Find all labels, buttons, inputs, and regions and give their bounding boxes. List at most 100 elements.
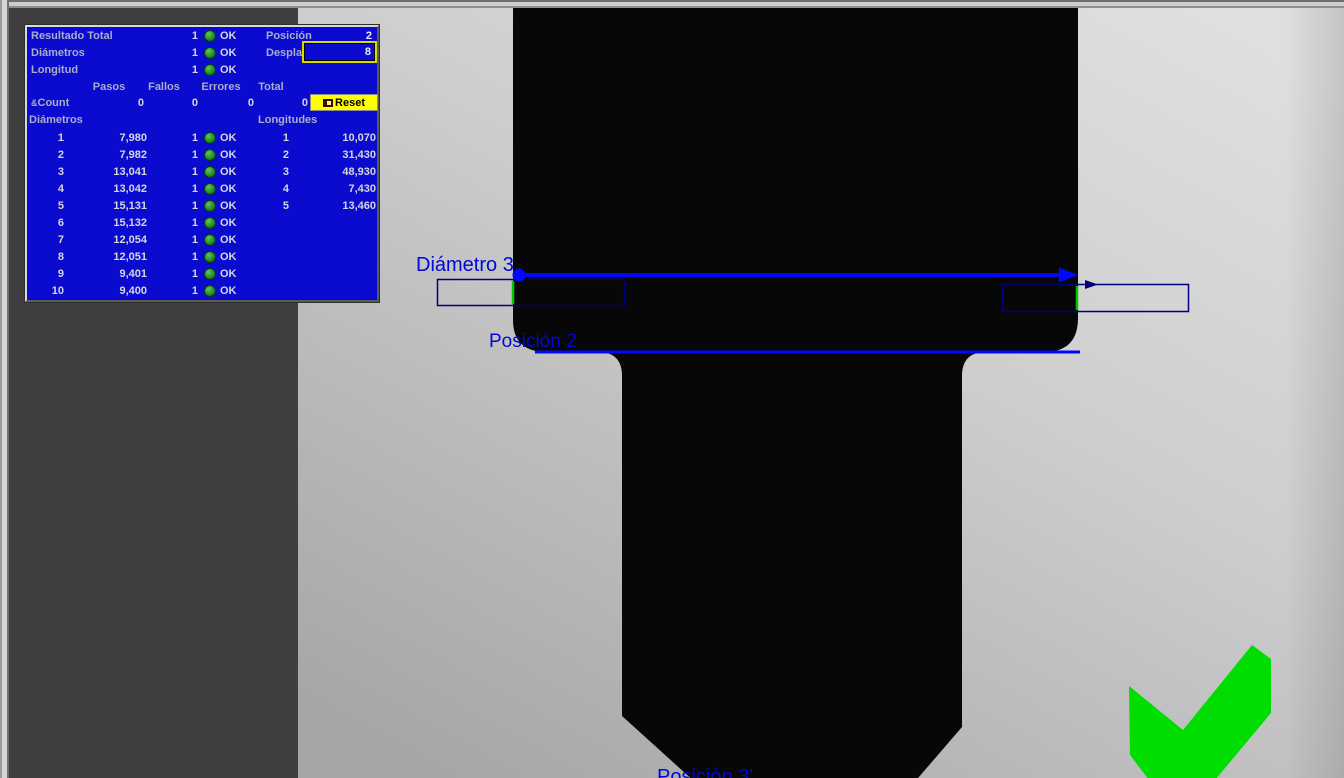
diameter-count: 1: [168, 165, 198, 179]
section-title-row: Diámetros Longitudes: [27, 113, 377, 127]
table-row: 10 9,400 1 OK: [27, 284, 377, 298]
summary-label: Longitud: [31, 63, 78, 77]
diameter-count: 1: [168, 284, 198, 298]
diameter-index: 3: [34, 165, 64, 179]
diameter-index: 2: [34, 148, 64, 162]
diameter-annotation-label: Diámetro 3: [416, 254, 514, 276]
diameter-index: 6: [34, 216, 64, 230]
summary-status: OK: [220, 46, 237, 60]
position-value: 2: [324, 29, 372, 43]
diameter-value: 7,980: [87, 131, 147, 145]
diameter-index: 8: [34, 250, 64, 264]
count-total: 0: [268, 96, 308, 110]
table-row: 5 15,131 1 OK 5 13,460: [27, 199, 377, 213]
diameter-index: 5: [34, 199, 64, 213]
diameter-value: 12,051: [87, 250, 147, 264]
table-row: 4 13,042 1 OK 4 7,430: [27, 182, 377, 196]
diameter-count: 1: [168, 199, 198, 213]
diameter-index: 1: [34, 131, 64, 145]
bottom-position-annotation-label: Posición 3': [657, 766, 753, 778]
length-index: 2: [259, 148, 289, 162]
diameter-status: OK: [220, 148, 237, 162]
table-row: 1 7,980 1 OK 1 10,070: [27, 131, 377, 145]
table-row: 2 7,982 1 OK 2 31,430: [27, 148, 377, 162]
diameter-index: 7: [34, 233, 64, 247]
status-led-icon: [204, 166, 216, 178]
count-label: Count: [38, 97, 70, 109]
count-errores: 0: [214, 96, 254, 110]
diameter-index: 4: [34, 182, 64, 196]
diameter-count: 1: [168, 131, 198, 145]
camera-image: Diámetro 3 Posición 2 Posición 3': [298, 8, 1344, 778]
status-led-icon: [204, 217, 216, 229]
diameter-value: 13,042: [87, 182, 147, 196]
status-led-icon: [204, 30, 216, 42]
diameter-status: OK: [220, 131, 237, 145]
counter-header-row: Pasos Fallos Errores Total: [27, 80, 377, 94]
status-led-icon: [204, 285, 216, 297]
diameter-count: 1: [168, 148, 198, 162]
length-value: 7,430: [316, 182, 376, 196]
diameter-count: 1: [168, 233, 198, 247]
summary-status: OK: [220, 29, 237, 43]
diameter-count: 1: [168, 182, 198, 196]
table-row: 7 12,054 1 OK: [27, 233, 377, 247]
summary-label: Resultado Total: [31, 29, 113, 43]
longitudes-section-title: Longitudes: [258, 113, 317, 127]
summary-count: 1: [167, 29, 198, 43]
status-led-icon: [204, 200, 216, 212]
summary-row: Longitud 1 OK: [27, 63, 377, 77]
diameter-count: 1: [168, 250, 198, 264]
table-row: 6 15,132 1 OK: [27, 216, 377, 230]
reset-icon: [323, 99, 333, 107]
diametros-section-title: Diámetros: [29, 113, 83, 127]
window-frame-top: [0, 0, 1344, 8]
length-value: 31,430: [316, 148, 376, 162]
diameter-status: OK: [220, 216, 237, 230]
length-value: 10,070: [316, 131, 376, 145]
desplaz-input[interactable]: 8: [304, 43, 375, 61]
diameter-status: OK: [220, 165, 237, 179]
diameter-value: 15,132: [87, 216, 147, 230]
position-annotation-label: Posición 2: [489, 331, 577, 352]
summary-row: Resultado Total 1 OK Posición 2: [27, 29, 377, 43]
count-fallos: 0: [158, 96, 198, 110]
header-total: Total: [246, 80, 296, 94]
position-label: Posición: [266, 29, 312, 43]
table-row: 3 13,041 1 OK 3 48,930: [27, 165, 377, 179]
header-errores: Errores: [196, 80, 246, 94]
diameter-status: OK: [220, 182, 237, 196]
diameter-value: 13,041: [87, 165, 147, 179]
length-index: 4: [259, 182, 289, 196]
inspection-app-window: Diámetro 3 Posición 2 Posición 3' Result…: [0, 0, 1344, 778]
status-led-icon: [204, 149, 216, 161]
diameter-status: OK: [220, 233, 237, 247]
diameter-status: OK: [220, 267, 237, 281]
diameter-index: 10: [34, 284, 64, 298]
header-fallos: Fallos: [139, 80, 189, 94]
status-led-icon: [204, 268, 216, 280]
table-row: 9 9,401 1 OK: [27, 267, 377, 281]
status-led-icon: [204, 234, 216, 246]
diameter-index: 9: [34, 267, 64, 281]
status-led-icon: [204, 251, 216, 263]
reset-button[interactable]: Reset: [310, 94, 378, 111]
window-frame-left: [0, 0, 9, 778]
diameter-status: OK: [220, 199, 237, 213]
length-value: 13,460: [316, 199, 376, 213]
summary-count: 1: [167, 46, 198, 60]
length-index: 3: [259, 165, 289, 179]
camera-right-shade: [1284, 8, 1344, 778]
diameter-value: 9,401: [87, 267, 147, 281]
status-led-icon: [204, 64, 216, 76]
table-row: 8 12,051 1 OK: [27, 250, 377, 264]
summary-status: OK: [220, 63, 237, 77]
summary-count: 1: [167, 63, 198, 77]
summary-label: Diámetros: [31, 46, 85, 60]
diameter-count: 1: [168, 267, 198, 281]
diameter-value: 12,054: [87, 233, 147, 247]
header-pasos: Pasos: [84, 80, 134, 94]
count-pasos: 0: [104, 96, 144, 110]
diameter-value: 7,982: [87, 148, 147, 162]
length-value: 48,930: [316, 165, 376, 179]
